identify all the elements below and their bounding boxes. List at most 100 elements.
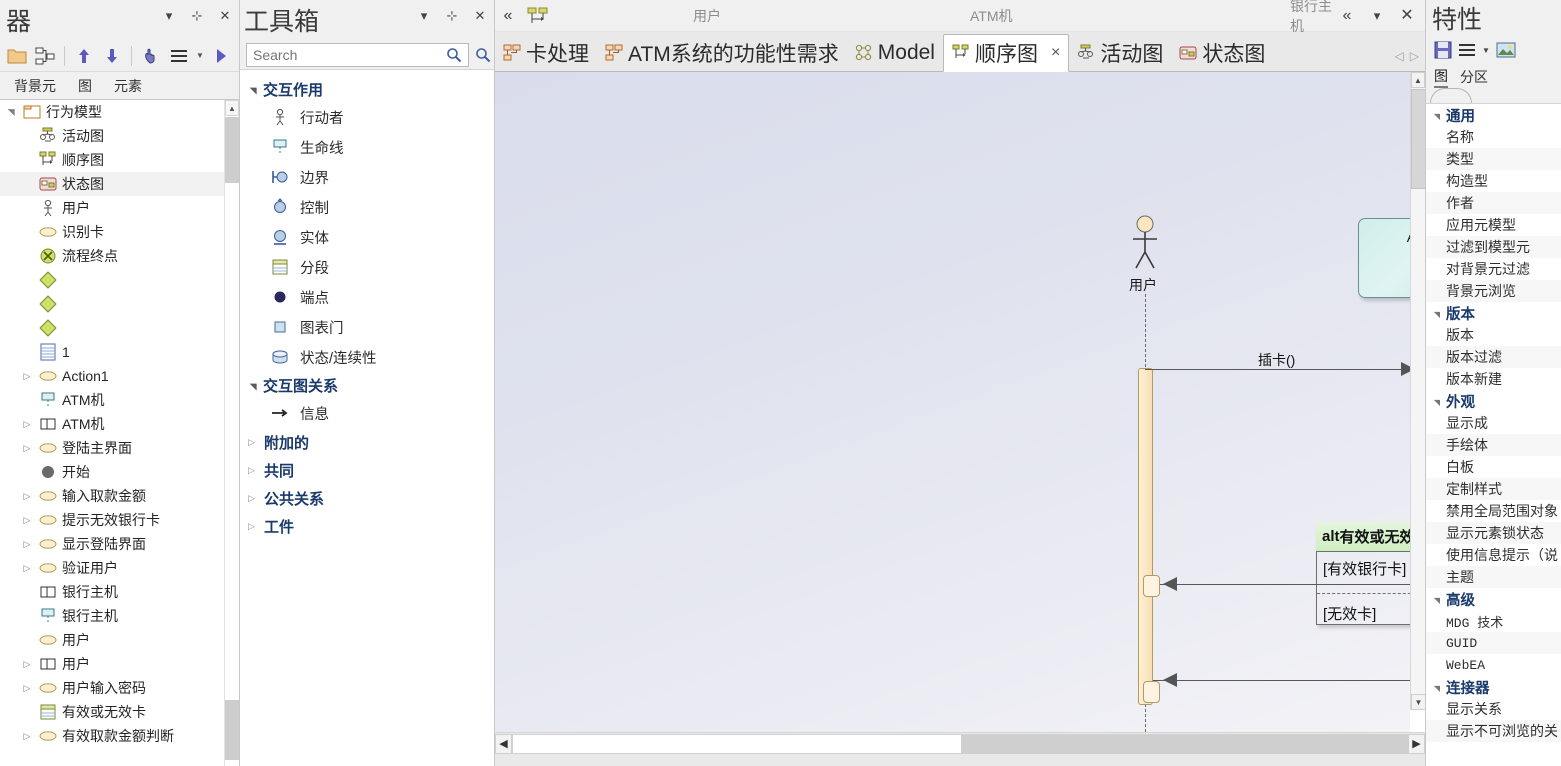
tree-item[interactable]: ◢ 行为模型 — [0, 100, 239, 124]
search-advanced-icon[interactable] — [469, 47, 497, 63]
tree-item[interactable]: ▷ 验证用户 — [0, 556, 239, 580]
scroll-up-arrow[interactable]: ▲ — [225, 100, 239, 116]
property-row[interactable]: 对背景元过滤 — [1426, 258, 1561, 280]
property-row[interactable]: 背景元浏览 — [1426, 280, 1561, 302]
pin-icon[interactable]: ⊹ — [189, 8, 205, 24]
property-row[interactable]: 应用元模型 — [1426, 214, 1561, 236]
tree-item[interactable]: ▷ 用户输入密码 — [0, 676, 239, 700]
menu-lines-icon[interactable] — [166, 43, 192, 69]
property-row[interactable]: 定制样式 — [1426, 478, 1561, 500]
properties-section-header[interactable]: ◢ 版本 — [1426, 302, 1561, 324]
twisty-expanded-icon[interactable]: ◢ — [1432, 397, 1441, 405]
play-icon[interactable] — [208, 43, 234, 69]
diagram-canvas[interactable]: TRIAL Edition 用户 ATM机 银行主机 — [495, 72, 1410, 732]
toolbox-group-header[interactable]: ◢ 交互图关系 — [240, 372, 494, 398]
canvas-hscroll-thumb[interactable] — [512, 733, 962, 754]
toolbox-collapsed-group[interactable]: ▷ 共同 — [240, 456, 494, 484]
diagram-tab[interactable]: Model — [847, 35, 943, 71]
tree-item[interactable]: 用户 — [0, 196, 239, 220]
diagram-tab[interactable]: ATM系统的功能性需求 — [597, 35, 847, 71]
diagram-tab[interactable]: 顺序图 × — [942, 34, 1070, 72]
twisty-expanded-icon[interactable]: ◢ — [1432, 595, 1441, 603]
browser-tab-element[interactable]: 元素 — [110, 73, 146, 99]
toolbox-item[interactable]: 状态/连续性 — [240, 342, 494, 372]
toolbox-search-wrap[interactable] — [246, 42, 469, 67]
tree-item[interactable]: ▷ 登陆主界面 — [0, 436, 239, 460]
toolbox-collapsed-group[interactable]: ▷ 附加的 — [240, 428, 494, 456]
property-row[interactable]: 主题 — [1426, 566, 1561, 588]
menu-lines-icon[interactable] — [1458, 43, 1476, 57]
next-tab-arrow[interactable]: ▷ — [1410, 49, 1419, 63]
tree-item[interactable]: ▷ ATM机 — [0, 412, 239, 436]
toolbox-item[interactable]: 边界 — [240, 162, 494, 192]
twisty-collapsed-icon[interactable]: ▷ — [20, 491, 34, 502]
properties-section-header[interactable]: ◢ 高级 — [1426, 588, 1561, 610]
twisty-collapsed-icon[interactable]: ▷ — [248, 465, 258, 476]
tree-item[interactable]: ▷ 提示无效银行卡 — [0, 508, 239, 532]
twisty-expanded-icon[interactable]: ◢ — [248, 380, 259, 390]
twisty-collapsed-icon[interactable]: ▷ — [248, 521, 258, 532]
tree-item[interactable]: ▷ 显示登陆界面 — [0, 532, 239, 556]
browser-tab-diagram[interactable]: 图 — [74, 73, 96, 99]
toolbox-item[interactable]: 图表门 — [240, 312, 494, 342]
tree-item[interactable]: ▷ 有效取款金额判断 — [0, 724, 239, 748]
tree-item[interactable]: ▷ Action1 — [0, 364, 239, 388]
property-row[interactable]: 使用信息提示（说 — [1426, 544, 1561, 566]
tree-scrollbar[interactable]: ▲ — [224, 100, 239, 766]
canvas-scroll-right-arrow[interactable]: ▶ — [1408, 733, 1425, 754]
twisty-collapsed-icon[interactable]: ▷ — [20, 563, 34, 574]
property-row[interactable]: 版本 — [1426, 324, 1561, 346]
prev-tab-arrow[interactable]: ◁ — [1395, 49, 1404, 63]
close-icon[interactable]: ✕ — [472, 8, 488, 24]
canvas-vertical-scrollbar[interactable]: ▲ ▼ — [1410, 72, 1425, 710]
tree-item[interactable]: ▷ 用户 — [0, 652, 239, 676]
property-row[interactable]: 白板 — [1426, 456, 1561, 478]
diagram-tab[interactable]: 状态图 — [1171, 35, 1273, 71]
toolbox-item[interactable]: 分段 — [240, 252, 494, 282]
canvas-scroll-up-arrow[interactable]: ▲ — [1411, 72, 1425, 88]
twisty-expanded-icon[interactable]: ◢ — [248, 84, 259, 94]
toolbox-collapsed-group[interactable]: ▷ 公共关系 — [240, 484, 494, 512]
diagram-tab[interactable]: 活动图 — [1069, 35, 1171, 71]
twisty-expanded-icon[interactable]: ◢ — [6, 105, 17, 119]
toolbox-item[interactable]: 生命线 — [240, 132, 494, 162]
actor-user[interactable] — [1127, 215, 1163, 277]
chevron-down-icon[interactable]: ▾ — [1369, 8, 1385, 24]
properties-section-header[interactable]: ◢ 通用 — [1426, 104, 1561, 126]
toolbox-item[interactable]: 实体 — [240, 222, 494, 252]
tree-item[interactable]: 流程终点 — [0, 244, 239, 268]
property-row[interactable]: 显示不可浏览的关 — [1426, 720, 1561, 742]
menu-caret-icon[interactable]: ▼ — [194, 43, 206, 69]
property-row[interactable]: 作者 — [1426, 192, 1561, 214]
tree-item[interactable] — [0, 268, 239, 292]
properties-section-header[interactable]: ◢ 连接器 — [1426, 676, 1561, 698]
save-icon[interactable] — [1434, 41, 1452, 59]
tree-item[interactable]: 顺序图 — [0, 148, 239, 172]
twisty-collapsed-icon[interactable]: ▷ — [248, 493, 258, 504]
properties-tab-diagram[interactable]: 图 — [1434, 66, 1448, 88]
scroll-thumb-lower[interactable] — [225, 700, 239, 760]
close-icon[interactable]: ✕ — [1399, 7, 1415, 24]
twisty-expanded-icon[interactable]: ◢ — [1432, 309, 1441, 317]
property-row[interactable]: 显示成 — [1426, 412, 1561, 434]
folder-icon[interactable] — [4, 43, 30, 69]
tree-item[interactable]: 1 — [0, 340, 239, 364]
tree-item[interactable] — [0, 316, 239, 340]
tree-item[interactable]: 活动图 — [0, 124, 239, 148]
property-row[interactable]: 版本新建 — [1426, 368, 1561, 390]
twisty-expanded-icon[interactable]: ◢ — [1432, 683, 1441, 691]
tree-item[interactable]: 识别卡 — [0, 220, 239, 244]
toolbox-item[interactable]: 控制 — [240, 192, 494, 222]
tree-item[interactable]: ATM机 — [0, 388, 239, 412]
tree-item[interactable]: ▷ 输入取款金额 — [0, 484, 239, 508]
twisty-collapsed-icon[interactable]: ▷ — [20, 731, 34, 742]
twisty-collapsed-icon[interactable]: ▷ — [248, 437, 258, 448]
property-row[interactable]: WebEA — [1426, 654, 1561, 676]
search-input[interactable] — [247, 46, 440, 63]
pin-icon[interactable]: ⊹ — [444, 8, 460, 24]
image-icon[interactable] — [1496, 42, 1516, 58]
property-row[interactable]: 版本过滤 — [1426, 346, 1561, 368]
tab-close-icon[interactable]: × — [1051, 44, 1060, 62]
property-row[interactable]: 显示关系 — [1426, 698, 1561, 720]
message-line-return-2[interactable] — [1153, 680, 1410, 681]
